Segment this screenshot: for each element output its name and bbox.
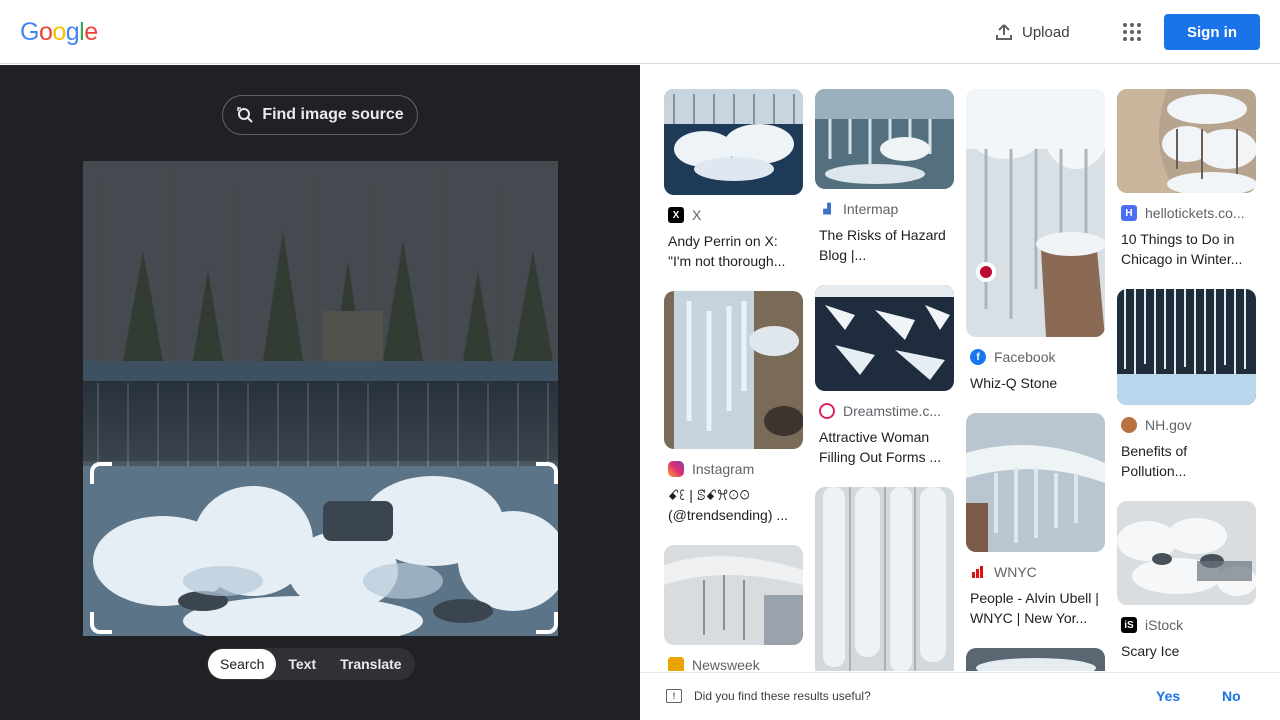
results-column: X X Andy Perrin on X: "I'm not thorough.… xyxy=(664,89,803,671)
result-title[interactable]: 10 Things to Do in Chicago in Winter... xyxy=(1117,229,1256,269)
intermap-icon: ▟ xyxy=(819,201,835,217)
result-source: NH.gov xyxy=(1117,417,1256,433)
istock-icon: iS xyxy=(1121,617,1137,633)
feedback-question: Did you find these results useful? xyxy=(694,689,871,703)
crop-handle-top-left[interactable] xyxy=(90,462,112,484)
results-column: f Facebook Whiz-Q Stone WNYC People - Al… xyxy=(966,89,1105,671)
crop-handle-bottom-left[interactable] xyxy=(90,612,112,634)
instagram-icon xyxy=(668,461,684,477)
result-title[interactable]: People - Alvin Ubell | WNYC | New Yor... xyxy=(966,588,1105,628)
result-card[interactable] xyxy=(815,487,954,671)
crop-selection[interactable] xyxy=(90,462,558,634)
result-thumbnail[interactable] xyxy=(815,487,954,671)
result-source: Instagram xyxy=(664,461,803,477)
upload-button[interactable]: Upload xyxy=(984,16,1080,48)
newsweek-icon xyxy=(668,657,684,671)
result-thumbnail[interactable] xyxy=(664,545,803,645)
result-card[interactable]: iS iStock Scary Ice xyxy=(1117,501,1256,661)
result-thumbnail[interactable] xyxy=(966,648,1105,671)
result-thumbnail[interactable] xyxy=(664,89,803,195)
result-card[interactable]: Dreamstime.c... Attractive Woman Filling… xyxy=(815,285,954,467)
crop-handle-top-right[interactable] xyxy=(536,462,558,484)
result-card[interactable]: H hellotickets.co... 10 Things to Do in … xyxy=(1117,89,1256,269)
result-title[interactable]: Benefits of Pollution... xyxy=(1117,441,1256,481)
feedback-bar: ! Did you find these results useful? Yes… xyxy=(640,672,1280,720)
wnyc-icon xyxy=(970,564,986,580)
upload-icon xyxy=(996,24,1012,40)
google-logo[interactable]: Google xyxy=(20,18,98,47)
lens-search-icon xyxy=(237,107,254,123)
result-thumbnail[interactable] xyxy=(815,285,954,391)
result-thumbnail[interactable] xyxy=(664,291,803,449)
result-thumbnail[interactable] xyxy=(966,413,1105,552)
tab-text[interactable]: Text xyxy=(276,649,328,679)
result-card[interactable]: f Facebook Whiz-Q Stone xyxy=(966,89,1105,393)
result-thumbnail[interactable] xyxy=(966,89,1105,337)
feedback-icon: ! xyxy=(666,689,682,703)
query-image-panel: Find image source Search Text Translate xyxy=(0,65,640,720)
result-title[interactable]: Andy Perrin on X: "I'm not thorough... xyxy=(664,231,803,271)
x-icon: X xyxy=(668,207,684,223)
result-source: X X xyxy=(664,207,803,223)
nhgov-icon xyxy=(1121,417,1137,433)
result-source: f Facebook xyxy=(966,349,1105,365)
result-source: H hellotickets.co... xyxy=(1117,205,1256,221)
tab-translate[interactable]: Translate xyxy=(328,649,413,679)
results-column: ▟ Intermap The Risks of Hazard Blog |...… xyxy=(815,89,954,671)
apps-grid-icon[interactable] xyxy=(1118,18,1146,46)
result-source: WNYC xyxy=(966,564,1105,580)
result-title[interactable]: Attractive Woman Filling Out Forms ... xyxy=(815,427,954,467)
result-title[interactable]: Whiz-Q Stone xyxy=(966,373,1105,393)
tab-search[interactable]: Search xyxy=(208,649,277,679)
sign-in-button[interactable]: Sign in xyxy=(1164,14,1260,50)
result-card[interactable]: NH.gov Benefits of Pollution... xyxy=(1117,289,1256,481)
result-thumbnail[interactable] xyxy=(815,89,954,189)
facebook-icon: f xyxy=(970,349,986,365)
result-thumbnail[interactable] xyxy=(1117,89,1256,193)
mode-tabs: Search Text Translate xyxy=(207,648,415,680)
feedback-yes-button[interactable]: Yes xyxy=(1156,688,1180,704)
feedback-no-button[interactable]: No xyxy=(1222,688,1241,704)
result-card[interactable]: X X Andy Perrin on X: "I'm not thorough.… xyxy=(664,89,803,271)
result-title[interactable]: ꗃꘓ | ꕷꗃꕮꖴꖴ (@trendsending) ... xyxy=(664,485,803,525)
results-column: H hellotickets.co... 10 Things to Do in … xyxy=(1117,89,1256,671)
result-thumbnail[interactable] xyxy=(1117,501,1256,605)
result-title[interactable]: Scary Ice xyxy=(1117,641,1256,661)
result-source: iS iStock xyxy=(1117,617,1256,633)
result-card[interactable]: Instagram ꗃꘓ | ꕷꗃꕮꖴꖴ (@trendsending) ... xyxy=(664,291,803,525)
hellotickets-icon: H xyxy=(1121,205,1137,221)
result-card[interactable]: ▟ Intermap The Risks of Hazard Blog |... xyxy=(815,89,954,265)
crop-handle-bottom-right[interactable] xyxy=(536,612,558,634)
result-source: Dreamstime.c... xyxy=(815,403,954,419)
find-source-label: Find image source xyxy=(262,106,404,123)
result-source: ▟ Intermap xyxy=(815,201,954,217)
dreamstime-icon xyxy=(819,403,835,419)
result-card[interactable] xyxy=(966,648,1105,671)
result-title[interactable]: The Risks of Hazard Blog |... xyxy=(815,225,954,265)
result-thumbnail[interactable] xyxy=(1117,289,1256,405)
result-card[interactable]: WNYC People - Alvin Ubell | WNYC | New Y… xyxy=(966,413,1105,628)
find-image-source-button[interactable]: Find image source xyxy=(222,95,418,135)
result-source: Newsweek xyxy=(664,657,803,671)
results-grid: X X Andy Perrin on X: "I'm not thorough.… xyxy=(640,65,1280,671)
dim-overlay xyxy=(83,161,558,461)
result-card[interactable]: Newsweek xyxy=(664,545,803,671)
header: Google Upload Sign in xyxy=(0,0,1280,64)
upload-label: Upload xyxy=(1022,23,1070,41)
